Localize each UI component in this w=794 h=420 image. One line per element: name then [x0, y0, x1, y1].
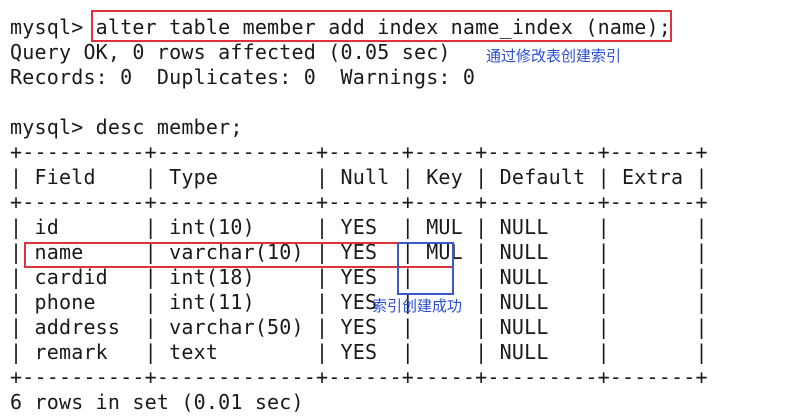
command-alter-table: mysql> alter table member add index name… — [10, 15, 672, 39]
success-annotation-note: 索引创建成功 — [372, 297, 463, 315]
alter-annotation-note: 通过修改表创建索引 — [486, 47, 622, 65]
records-output: Records: 0 Duplicates: 0 Warnings: 0 — [10, 65, 476, 89]
table-header-row: | Field | Type | Null | Key | Default | … — [10, 165, 708, 189]
rows-in-set-output: 6 rows in set (0.01 sec) — [10, 390, 304, 414]
table-row-address: | address | varchar(50) | YES | | NULL |… — [10, 315, 708, 339]
table-row-id: | id | int(10) | YES | MUL | NULL | | — [10, 215, 708, 239]
table-row-remark: | remark | text | YES | | NULL | | — [10, 340, 708, 364]
table-row-phone: | phone | int(11) | YES | | NULL | | — [10, 290, 708, 314]
table-row-cardid: | cardid | int(18) | YES | | NULL | | — [10, 265, 708, 289]
table-border-top: +----------+-------------+------+-----+-… — [10, 140, 708, 164]
query-ok-output: Query OK, 0 rows affected (0.05 sec) — [10, 40, 451, 64]
table-row-name: | name | varchar(10) | YES | MUL | NULL … — [10, 240, 708, 264]
command-desc-member: mysql> desc member; — [10, 115, 243, 139]
table-border-header: +----------+-------------+------+-----+-… — [10, 190, 708, 214]
terminal-window[interactable]: mysql> alter table member add index name… — [0, 0, 794, 420]
table-border-bottom: +----------+-------------+------+-----+-… — [10, 365, 708, 389]
